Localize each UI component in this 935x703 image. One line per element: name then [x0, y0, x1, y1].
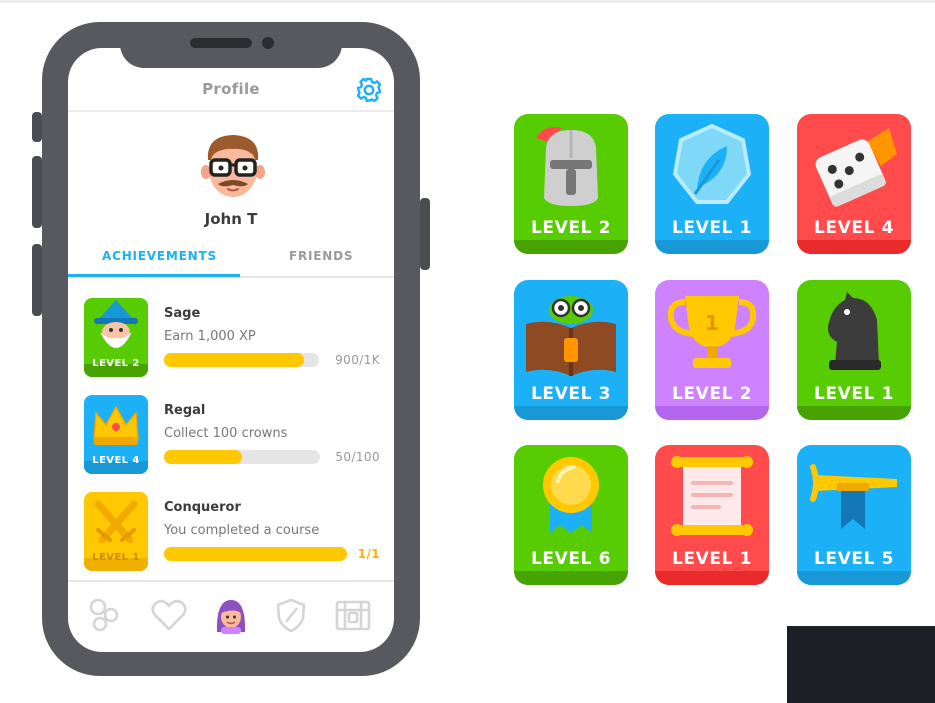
achievement-row-conqueror[interactable]: LEVEL 1 Conqueror You completed a course…: [68, 492, 394, 578]
corner-dark-panel: [787, 626, 935, 703]
achievement-row-regal[interactable]: LEVEL 4 Regal Collect 100 crowns 50/100: [68, 395, 394, 481]
badge-level-label: LEVEL 2: [672, 384, 752, 404]
progress-bar-fill: [164, 547, 347, 561]
tab-friends[interactable]: FRIENDS: [289, 249, 353, 263]
progress-bar-fill: [164, 450, 242, 464]
user-avatar: [201, 135, 265, 197]
badge-tile[interactable]: LEVEL 1: [655, 114, 769, 254]
badge-level-label: LEVEL 1: [672, 218, 752, 238]
badge-level-label: LEVEL 2: [92, 358, 140, 369]
svg-text:1: 1: [705, 311, 719, 335]
badge-tile[interactable]: LEVEL 5: [797, 445, 911, 585]
badge-tile[interactable]: LEVEL 4: [797, 114, 911, 254]
achievement-badge: LEVEL 2: [84, 298, 148, 377]
badge-level-label: LEVEL 2: [531, 218, 611, 238]
badge-level-label: LEVEL 1: [814, 384, 894, 404]
phone-screen: Profile John T ACHIEVEMENTS FRIENDS LEVE…: [68, 48, 394, 652]
phone-speaker: [190, 38, 252, 48]
settings-gear-icon[interactable]: [354, 75, 384, 105]
active-tab-indicator: [68, 274, 240, 277]
achievement-badge: LEVEL 1: [84, 492, 148, 571]
achievement-title: Conqueror: [164, 500, 241, 515]
badge-tile[interactable]: LEVEL 1: [797, 280, 911, 420]
progress-count: 900/1K: [335, 353, 380, 367]
badge-level-label: LEVEL 4: [814, 218, 894, 238]
achievement-badge: LEVEL 4: [84, 395, 148, 474]
progress-bar: [164, 450, 320, 464]
shop-chest-icon[interactable]: [334, 596, 372, 634]
shield-icon[interactable]: [272, 596, 310, 634]
top-border: [0, 0, 935, 3]
learn-bubbles-icon[interactable]: [85, 596, 123, 634]
page-title: Profile: [202, 80, 260, 98]
badge-level-label: LEVEL 4: [92, 455, 140, 466]
progress-bar: [164, 353, 319, 367]
badge-level-label: LEVEL 5: [814, 549, 894, 569]
phone-camera: [262, 37, 274, 49]
progress-bar-fill: [164, 353, 304, 367]
achievement-title: Regal: [164, 403, 206, 418]
user-name: John T: [204, 210, 258, 228]
badge-tile[interactable]: LEVEL 1: [655, 445, 769, 585]
progress-count: 1/1: [357, 547, 380, 561]
badge-level-label: LEVEL 1: [92, 552, 140, 563]
volume-down-button: [32, 244, 42, 316]
achievement-title: Sage: [164, 306, 201, 321]
power-button: [420, 198, 430, 270]
badge-tile[interactable]: LEVEL 3: [514, 280, 628, 420]
achievement-description: You completed a course: [164, 523, 320, 538]
progress-count: 50/100: [335, 450, 380, 464]
volume-up-button: [32, 156, 42, 228]
header-divider: [68, 110, 394, 112]
achievement-row-sage[interactable]: LEVEL 2 Sage Earn 1,000 XP 900/1K: [68, 298, 394, 384]
badge-level-label: LEVEL 3: [531, 384, 611, 404]
badge-level-label: LEVEL 1: [672, 549, 752, 569]
mute-switch: [32, 112, 42, 142]
badge-level-label: LEVEL 6: [531, 549, 611, 569]
badge-tile[interactable]: LEVEL 6: [514, 445, 628, 585]
tab-achievements[interactable]: ACHIEVEMENTS: [102, 249, 217, 263]
achievement-description: Earn 1,000 XP: [164, 329, 256, 344]
bottom-nav-divider: [68, 580, 394, 582]
phone-notch: [120, 22, 342, 68]
profile-avatar-icon[interactable]: [212, 596, 250, 634]
badge-tile[interactable]: 1 LEVEL 2: [655, 280, 769, 420]
badge-tile[interactable]: LEVEL 2: [514, 114, 628, 254]
achievement-description: Collect 100 crowns: [164, 426, 288, 441]
progress-bar: [164, 547, 347, 561]
heart-icon[interactable]: [150, 596, 188, 634]
